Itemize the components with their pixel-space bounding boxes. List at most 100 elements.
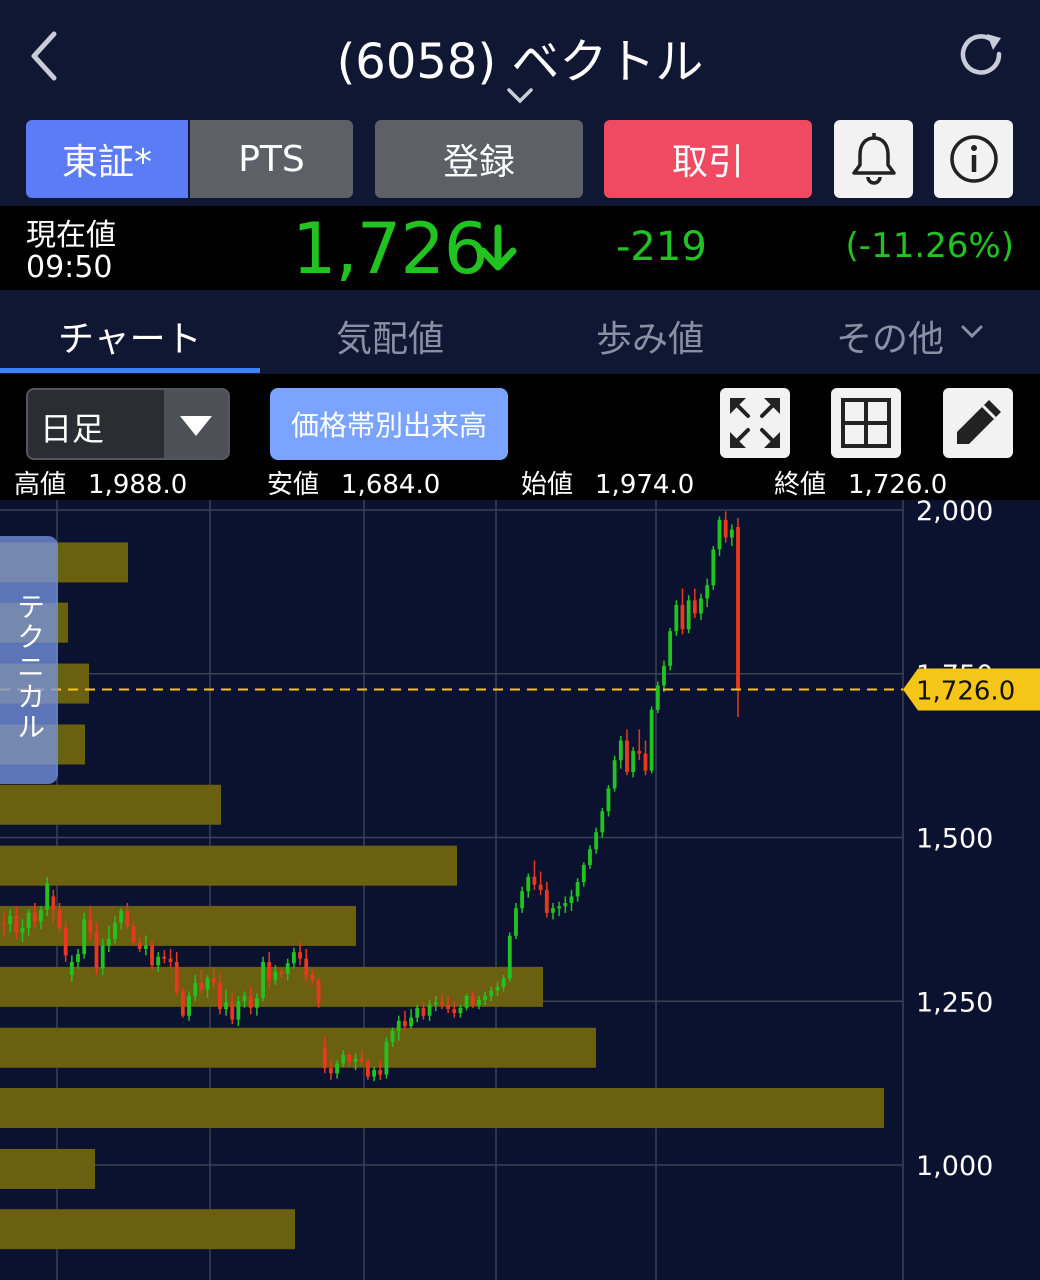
candle-body: [532, 876, 537, 885]
candle-body: [353, 1058, 358, 1062]
technical-tab-label[interactable]: テクニカル: [9, 592, 49, 742]
candle-body: [45, 883, 50, 910]
tab-ticks[interactable]: 歩み値: [596, 310, 704, 362]
candle-body: [298, 952, 302, 959]
candle-body: [310, 975, 315, 981]
period-dropdown[interactable]: [164, 390, 228, 458]
candle-body: [211, 978, 216, 983]
candle-body: [304, 958, 309, 976]
pts-market-button[interactable]: PTS: [190, 120, 353, 198]
candle-body: [631, 751, 636, 772]
candle-body: [618, 740, 623, 761]
draw-tool-button[interactable]: [943, 388, 1013, 458]
price-time: 09:50: [26, 250, 113, 285]
candle-body: [501, 978, 506, 987]
candle-body: [692, 600, 697, 614]
candle-body: [366, 1061, 370, 1077]
candle-body: [205, 978, 210, 990]
tse-market-button[interactable]: 東証*: [26, 120, 188, 198]
candle-body: [199, 982, 204, 990]
candle-body: [347, 1054, 352, 1062]
candle-body: [427, 1004, 432, 1016]
candle-body: [643, 753, 648, 771]
tab-quotes[interactable]: 気配値: [336, 310, 444, 362]
candle-body: [32, 912, 37, 922]
alert-button[interactable]: [834, 120, 913, 198]
candlestick-chart[interactable]: 2,0001,7501,5001,2501,0001,726.0: [0, 500, 1040, 1280]
candle-body: [507, 935, 512, 979]
info-icon: [949, 135, 998, 183]
tab-chart[interactable]: チャート: [58, 310, 202, 362]
candle-body: [106, 939, 111, 946]
chevron-down-icon[interactable]: [960, 324, 984, 340]
candle-body: [217, 982, 222, 1010]
fullscreen-button[interactable]: [720, 388, 790, 458]
candle-body: [538, 884, 543, 890]
y-axis-tick-label: 1,000: [916, 1151, 993, 1182]
candle-body: [113, 922, 117, 940]
refresh-icon[interactable]: [955, 30, 1007, 82]
action-button-row: 東証* PTS 登録 取引: [0, 114, 1040, 206]
candle-body: [384, 1041, 389, 1075]
pencil-icon: [957, 400, 1001, 444]
candle-body: [168, 958, 173, 962]
info-button[interactable]: [934, 120, 1013, 198]
candle-body: [477, 999, 481, 1006]
candle-body: [39, 909, 43, 922]
candle-body: [668, 631, 673, 666]
candle-body: [736, 527, 740, 690]
volume-profile-bar: [0, 966, 543, 1007]
period-select[interactable]: 日足: [26, 388, 230, 460]
chart-toolbar: 日足 価格帯別出来高 高値 1,988.0 安値 1,684.0 始値 1,97…: [0, 374, 1040, 500]
candle-body: [711, 549, 716, 586]
volume-profile-bar: [0, 784, 221, 825]
down-arrow-icon: [479, 224, 517, 271]
candle-body: [723, 519, 728, 538]
volume-profile-bar: [0, 845, 457, 886]
candle-body: [156, 956, 161, 966]
dropdown-triangle-icon: [180, 416, 212, 436]
register-button[interactable]: 登録: [375, 120, 583, 198]
candle-body: [8, 916, 13, 924]
grid-icon: [841, 398, 891, 448]
candle-body: [26, 912, 31, 928]
candle-body: [328, 1068, 333, 1074]
y-axis-tick-label: 2,000: [916, 500, 993, 527]
candle-body: [230, 1002, 235, 1020]
candle-body: [514, 908, 518, 936]
candle-body: [470, 996, 475, 1006]
candle-body: [57, 909, 62, 928]
volume-profile-button[interactable]: 価格帯別出来高: [270, 388, 508, 460]
candle-body: [341, 1054, 346, 1064]
candle-body: [551, 908, 555, 913]
candle-body: [606, 788, 611, 812]
candle-body: [637, 751, 642, 754]
candle-body: [600, 811, 605, 833]
current-price-label: 現在値: [26, 218, 116, 253]
candle-body: [162, 956, 167, 959]
candle-body: [452, 1009, 457, 1014]
volume-profile-bar: [0, 1027, 596, 1068]
page-title[interactable]: (6058) ベクトル: [0, 22, 1040, 92]
detail-tabs: チャート 気配値 歩み値 その他: [0, 290, 1040, 374]
candle-body: [20, 927, 25, 933]
layout-grid-button[interactable]: [831, 388, 901, 458]
candle-body: [372, 1070, 376, 1077]
candle-body: [63, 927, 68, 956]
candle-body: [69, 961, 74, 976]
candle-body: [14, 916, 19, 933]
candle-body: [193, 982, 198, 997]
low-value: 安値 1,684.0: [267, 470, 441, 500]
trade-button[interactable]: 取引: [604, 120, 812, 198]
close-label: 終値: [774, 470, 827, 500]
tab-other[interactable]: その他: [836, 310, 944, 362]
candle-body: [649, 709, 654, 771]
candle-body: [187, 996, 191, 1016]
candle-body: [458, 1007, 463, 1014]
candle-body: [359, 1058, 364, 1062]
high-label: 高値: [14, 470, 67, 500]
candle-body: [390, 1030, 395, 1042]
candle-body: [254, 997, 259, 1008]
candle-body: [662, 665, 666, 686]
chevron-down-icon[interactable]: [505, 86, 535, 106]
